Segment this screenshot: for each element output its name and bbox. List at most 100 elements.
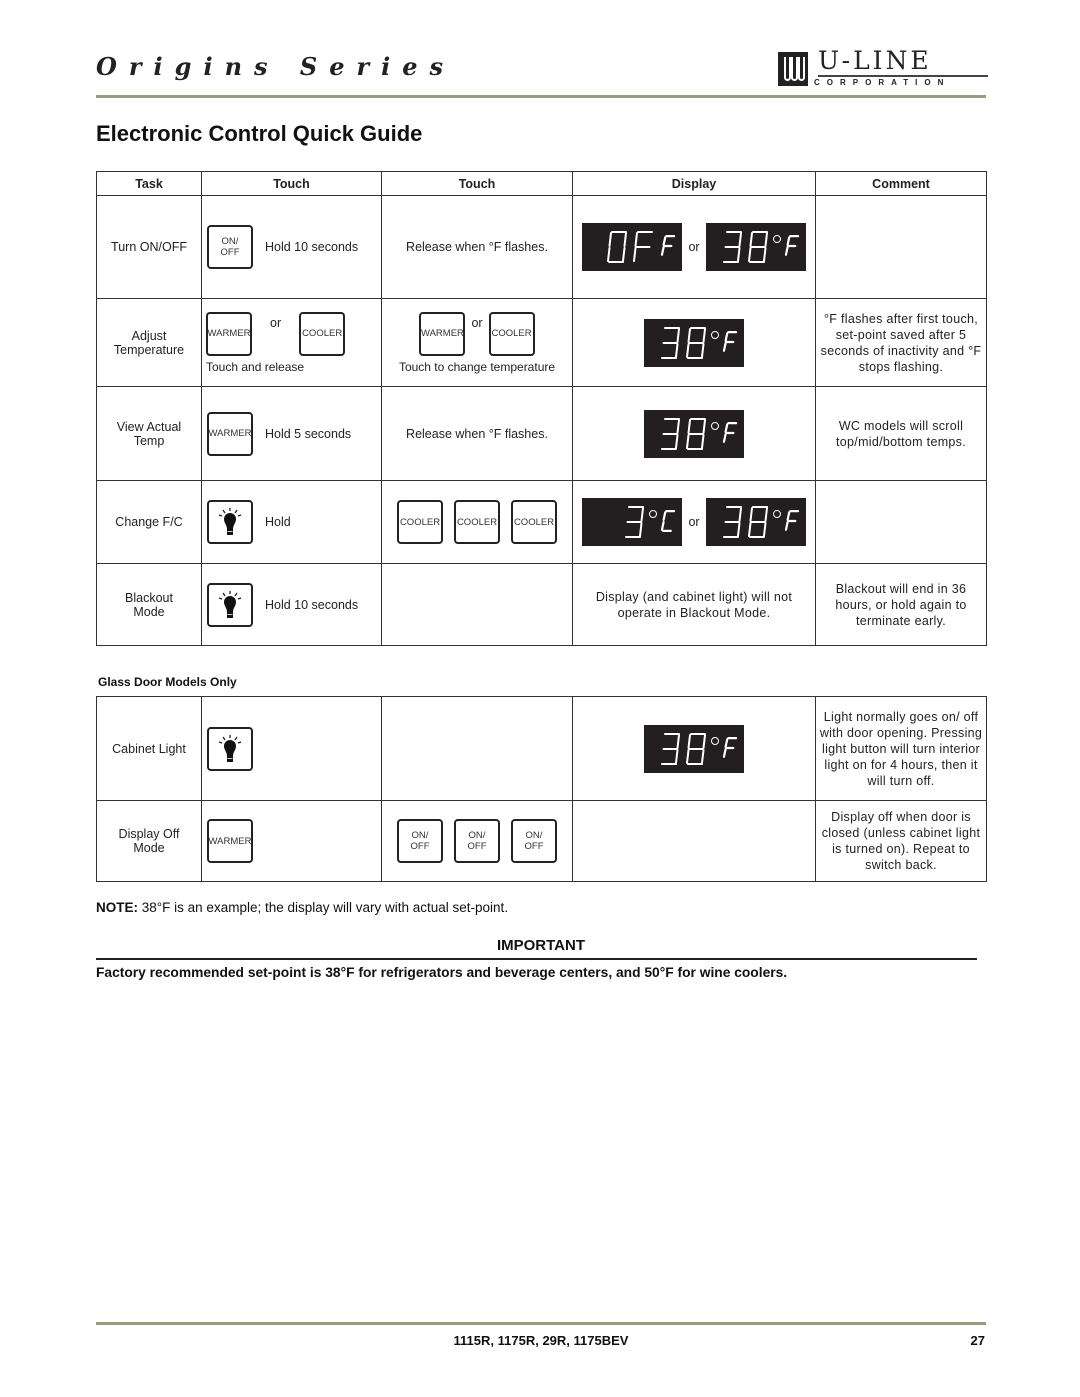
degree-symbol — [772, 510, 781, 518]
on-off-button[interactable]: ON/ OFF — [207, 225, 253, 269]
display-cell: or — [572, 480, 816, 564]
display-cell: Display (and cabinet light) will not ope… — [572, 563, 816, 646]
on-off-button[interactable]: ON/ OFF — [397, 819, 443, 863]
table-row: Blackout Mode Hold 10 seconds Display (a… — [96, 563, 987, 646]
note-text: 38°F is an example; the display will var… — [138, 900, 509, 915]
button-label: WARMER — [208, 428, 252, 439]
touch-instruction: Hold 10 seconds — [265, 240, 359, 254]
light-button[interactable] — [207, 726, 253, 771]
touch2-cell: Release when °F flashes. — [381, 386, 573, 481]
lcd-display — [582, 498, 683, 546]
display-cell — [572, 298, 816, 387]
comment-cell: Blackout will end in 36 hours, or hold a… — [815, 563, 987, 646]
button-label: COOLER — [513, 516, 555, 528]
degree-symbol — [772, 235, 781, 243]
touch2-cell — [381, 563, 573, 646]
task-cell: Adjust Temperature — [96, 298, 202, 387]
glass-door-table: Cabinet Light Light normally goes on/ of… — [96, 696, 987, 882]
lcd-digit — [661, 510, 676, 532]
light-button[interactable] — [207, 500, 253, 544]
cooler-button[interactable]: COOLER — [454, 500, 500, 544]
lcd-display — [644, 409, 744, 458]
lcd-digit — [661, 326, 680, 359]
display-cell — [572, 800, 816, 882]
lcd-digit — [686, 417, 706, 450]
light-button[interactable] — [207, 582, 253, 627]
display-cell — [572, 386, 816, 481]
button-label: WARMER — [208, 835, 252, 847]
on-off-button[interactable]: ON/ OFF — [454, 819, 500, 863]
note: NOTE: 38°F is an example; the display wi… — [96, 900, 508, 915]
footer-rule — [96, 1322, 986, 1325]
touch-instruction: Hold — [265, 515, 291, 529]
series-title: Origins Series — [96, 52, 456, 81]
comment-cell — [815, 195, 987, 299]
display-cell — [572, 696, 816, 801]
lcd-digit — [722, 330, 738, 352]
button-label: ON/ OFF — [524, 830, 544, 852]
footer-models: 1115R, 1175R, 29R, 1175BEV — [453, 1333, 629, 1348]
task-cell: Turn ON/OFF — [96, 195, 202, 299]
lcd-digit — [784, 235, 799, 256]
lcd-digit — [686, 326, 706, 359]
cooler-button[interactable]: COOLER — [397, 500, 443, 544]
cooler-button[interactable]: COOLER — [488, 311, 535, 356]
table-row: Turn ON/OFF ON/ OFF Hold 10 seconds Rele… — [96, 195, 987, 299]
lcd-digit — [661, 235, 676, 256]
important-heading: IMPORTANT — [496, 937, 586, 954]
lcd-display — [644, 318, 744, 367]
table-row: Adjust Temperature WARMER or COOLER Touc… — [96, 298, 987, 387]
touch1-cell: WARMER — [201, 800, 382, 882]
degree-symbol — [711, 421, 719, 430]
lcd-display — [705, 223, 806, 271]
header-comment: Comment — [815, 171, 987, 196]
warmer-button[interactable]: WARMER — [207, 819, 253, 863]
note-label: NOTE: — [96, 900, 138, 915]
button-label: ON/ OFF — [467, 830, 487, 852]
lcd-display — [582, 223, 683, 271]
lcd-digit — [633, 231, 654, 262]
lcd-digit — [747, 231, 768, 263]
table-row: Cabinet Light Light normally goes on/ of… — [96, 696, 987, 801]
cooler-button[interactable]: COOLER — [511, 500, 557, 544]
button-label: WARMER — [207, 328, 251, 339]
touch1-cell: WARMER Hold 5 seconds — [201, 386, 382, 481]
touch1-cell: Hold 10 seconds — [201, 563, 382, 646]
lcd-display — [705, 498, 806, 546]
touch2-cell: ON/ OFF ON/ OFF ON/ OFF — [381, 800, 573, 882]
touch-caption: Touch and release — [206, 359, 305, 374]
table-row: Change F/C Hold COOLER COOLER COOLER or — [96, 480, 987, 564]
lcd-digit — [661, 732, 680, 765]
on-off-button[interactable]: ON/ OFF — [511, 819, 557, 863]
lcd-digit — [747, 506, 768, 538]
table-header-row: Task Touch Touch Display Comment — [96, 171, 987, 196]
header-touch: Touch — [201, 171, 382, 196]
page-number: 27 — [970, 1333, 985, 1348]
lcd-digit — [784, 510, 799, 531]
button-label: COOLER — [302, 328, 343, 339]
comment-cell: Display off when door is closed (unless … — [815, 800, 987, 882]
task-cell: View Actual Temp — [96, 386, 202, 481]
lcd-digit — [722, 231, 742, 263]
degree-symbol — [711, 330, 719, 339]
lcd-digit — [625, 506, 645, 538]
comment-cell: WC models will scroll top/mid/bottom tem… — [815, 386, 987, 481]
page-title: Electronic Control Quick Guide — [96, 121, 423, 146]
warmer-button[interactable]: WARMER — [206, 311, 252, 356]
warmer-button[interactable]: WARMER — [419, 311, 466, 356]
touch1-cell: Hold — [201, 480, 382, 564]
or-separator: or — [688, 515, 700, 529]
header-task: Task — [96, 171, 202, 196]
button-label: COOLER — [399, 516, 441, 528]
cooler-button[interactable]: COOLER — [299, 311, 346, 356]
button-label: WARMER — [420, 328, 464, 339]
table-row: Display Off Mode WARMER ON/ OFF ON/ OFF … — [96, 800, 987, 882]
touch1-cell — [201, 696, 382, 801]
touch-caption: Touch to change temperature — [398, 359, 556, 374]
lcd-digit — [661, 417, 680, 450]
warmer-button[interactable]: WARMER — [207, 411, 253, 456]
lcd-digit — [607, 231, 628, 263]
task-cell: Display Off Mode — [96, 800, 202, 882]
degree-symbol — [649, 510, 658, 518]
or-separator: or — [471, 315, 483, 330]
